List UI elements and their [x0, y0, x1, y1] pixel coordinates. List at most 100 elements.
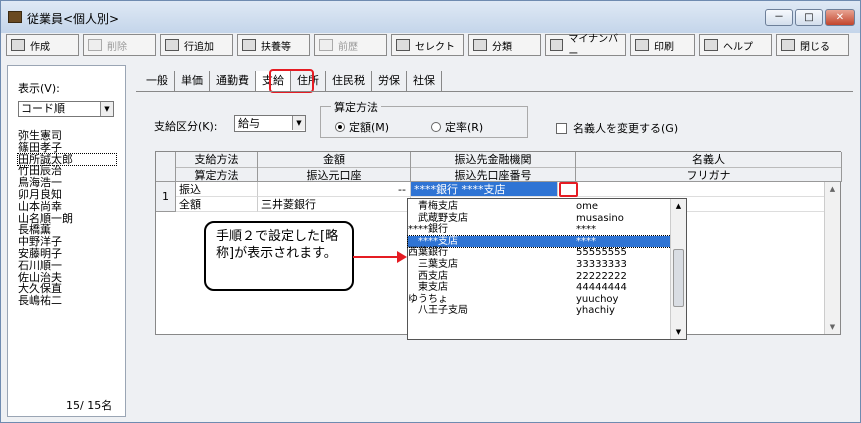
- radio-rate[interactable]: 定率(R): [431, 119, 483, 135]
- option-branch: ****銀行: [408, 224, 448, 236]
- dropdown-option[interactable]: 武蔵野支店 musasino: [408, 213, 671, 225]
- employee-item[interactable]: 山本尚幸: [18, 200, 116, 213]
- people-icon: [242, 39, 256, 51]
- mynumber-icon: [550, 39, 564, 51]
- header-holder: 名義人 フリガナ: [576, 152, 842, 182]
- cell-calc[interactable]: 全額: [176, 197, 258, 212]
- annotation-callout: 手順２で設定した[略称]が表示されます。: [204, 221, 354, 291]
- annotation-arrow: [353, 256, 399, 258]
- tab-5[interactable]: 住民税: [326, 71, 372, 91]
- option-branch: 東支店: [408, 282, 448, 294]
- option-branch: ****支店: [408, 235, 458, 247]
- title-bar: 従業員<個人別> － □ ✕: [1, 1, 860, 33]
- dropdown-option[interactable]: ゆうちょ yuuchoy: [408, 294, 671, 306]
- calc-method-group: 算定方法 定額(M) 定率(R): [320, 99, 528, 138]
- dropdown-option[interactable]: 八王子支局 yhachiy: [408, 305, 671, 317]
- option-branch: 三葉支店: [408, 259, 458, 270]
- option-branch: 武蔵野支店: [408, 212, 468, 224]
- chevron-down-icon[interactable]: ▼: [100, 102, 113, 116]
- delete-button: 削除: [83, 34, 156, 56]
- dropdown-scrollbar[interactable]: ▲ ▼: [670, 199, 686, 339]
- exit-icon: [781, 39, 795, 51]
- arrow-head-icon: [397, 251, 407, 263]
- option-code: musasino: [576, 212, 624, 224]
- employee-item[interactable]: 石川順一: [18, 259, 116, 272]
- tab-0[interactable]: 一般: [140, 71, 175, 91]
- dropdown-option[interactable]: 西葉銀行 55555555: [408, 247, 671, 259]
- create-button[interactable]: 作成: [6, 34, 79, 56]
- employee-item[interactable]: 安藤明子: [18, 248, 116, 260]
- dropdown-option[interactable]: ****支店 ****: [407, 234, 672, 249]
- option-branch: 青梅支店: [408, 201, 458, 212]
- dropdown-option[interactable]: 西支店 22222222: [408, 271, 671, 283]
- display-label: 表示(V):: [18, 82, 60, 95]
- grid-scrollbar[interactable]: ▲ ▼: [824, 182, 840, 334]
- radio-fixed[interactable]: 定額(M): [335, 119, 389, 135]
- close-window-button[interactable]: ✕: [825, 9, 855, 26]
- classify-icon: [473, 39, 487, 51]
- tab-2[interactable]: 通勤費: [210, 71, 256, 91]
- payment-type-label: 支給区分(K):: [154, 120, 218, 133]
- table-icon: [165, 39, 179, 51]
- dropdown-button-highlight[interactable]: [559, 182, 578, 197]
- header-method: 支給方法 算定方法: [176, 152, 258, 182]
- help-icon: [704, 39, 718, 51]
- option-branch: 西支店: [408, 270, 448, 282]
- option-code: 33333333: [576, 259, 627, 270]
- help-button[interactable]: ヘルプ: [699, 34, 772, 56]
- mynumber-button[interactable]: マイナンバー: [545, 34, 626, 60]
- option-branch: 八王子支局: [408, 305, 468, 317]
- payment-type-select[interactable]: 給与 ▼: [234, 115, 306, 132]
- history-icon: [319, 39, 333, 51]
- chevron-down-icon[interactable]: ▼: [292, 116, 305, 130]
- previous-job-button: 前歴: [314, 34, 387, 56]
- employee-count: 15/ 15名: [66, 399, 113, 412]
- cell-dest-bank[interactable]: ****銀行 ****支店: [411, 182, 558, 197]
- cell-amount[interactable]: --: [258, 182, 411, 197]
- tab-7[interactable]: 社保: [407, 71, 442, 91]
- tab-6[interactable]: 労保: [372, 71, 407, 91]
- employee-list[interactable]: 弥生憲司 篠田孝子 田所誠太郎 竹田辰治 鳥海浩一 卯月良知 山本尚幸 山名順一朗 長橋薫 中野洋…: [17, 130, 117, 307]
- scroll-up-icon[interactable]: ▲: [672, 199, 685, 213]
- employee-item[interactable]: 卯月良知: [18, 189, 116, 201]
- cell-holder[interactable]: [576, 182, 826, 197]
- dropdown-option[interactable]: ****銀行 ****: [408, 224, 671, 236]
- header-amount: 金額 振込元口座: [258, 152, 411, 182]
- minimize-button[interactable]: －: [765, 9, 793, 26]
- employee-item[interactable]: 篠田孝子: [18, 141, 116, 154]
- bank-dropdown-list[interactable]: 青梅支店 ome 武蔵野支店 musasino ****銀行 **** ****支店 **…: [407, 198, 687, 340]
- change-name-checkbox[interactable]: 名義人を変更する(G): [556, 120, 678, 136]
- row-number: 1: [156, 182, 176, 212]
- option-code: yhachiy: [576, 305, 615, 317]
- option-code: 44444444: [576, 282, 627, 294]
- dependents-button[interactable]: 扶養等: [237, 34, 310, 56]
- option-code: ome: [576, 201, 599, 212]
- display-order-select[interactable]: コード順 ▼: [18, 101, 114, 117]
- add-row-button[interactable]: 行追加: [160, 34, 233, 56]
- cell-source-bank[interactable]: 三井菱銀行: [258, 197, 411, 212]
- option-branch: 西葉銀行: [408, 247, 448, 259]
- select-icon: [396, 39, 410, 51]
- tab-1[interactable]: 単価: [175, 71, 210, 91]
- classify-button[interactable]: 分類: [468, 34, 541, 56]
- option-code: yuuchoy: [576, 293, 619, 305]
- employee-list-panel: 表示(V): コード順 ▼ 弥生憲司 篠田孝子 田所誠太郎 竹田辰治 鳥海浩一 卯月良知山…: [7, 65, 126, 417]
- cell-method[interactable]: 振込: [176, 182, 258, 197]
- delete-icon: [88, 39, 102, 51]
- scroll-down-icon[interactable]: ▼: [672, 325, 685, 339]
- dropdown-option[interactable]: 三葉支店 33333333: [408, 259, 671, 271]
- window-title: 従業員<個人別>: [27, 12, 120, 26]
- scroll-up-icon[interactable]: ▲: [826, 182, 839, 196]
- dropdown-scroll-thumb[interactable]: [673, 249, 684, 307]
- print-button[interactable]: 印刷: [630, 34, 695, 56]
- dropdown-option[interactable]: 青梅支店 ome: [408, 201, 671, 213]
- select-button[interactable]: セレクト: [391, 34, 464, 56]
- employee-item[interactable]: 長嶋祐二: [18, 295, 116, 307]
- scroll-down-icon[interactable]: ▼: [826, 320, 839, 334]
- header-dest-bank: 振込先金融機関 振込先口座番号: [411, 152, 576, 182]
- calc-method-legend: 算定方法: [331, 99, 381, 115]
- close-button[interactable]: 閉じる: [776, 34, 849, 56]
- option-code: ****: [576, 224, 596, 236]
- maximize-button[interactable]: □: [795, 9, 823, 26]
- dropdown-option[interactable]: 東支店 44444444: [408, 282, 671, 294]
